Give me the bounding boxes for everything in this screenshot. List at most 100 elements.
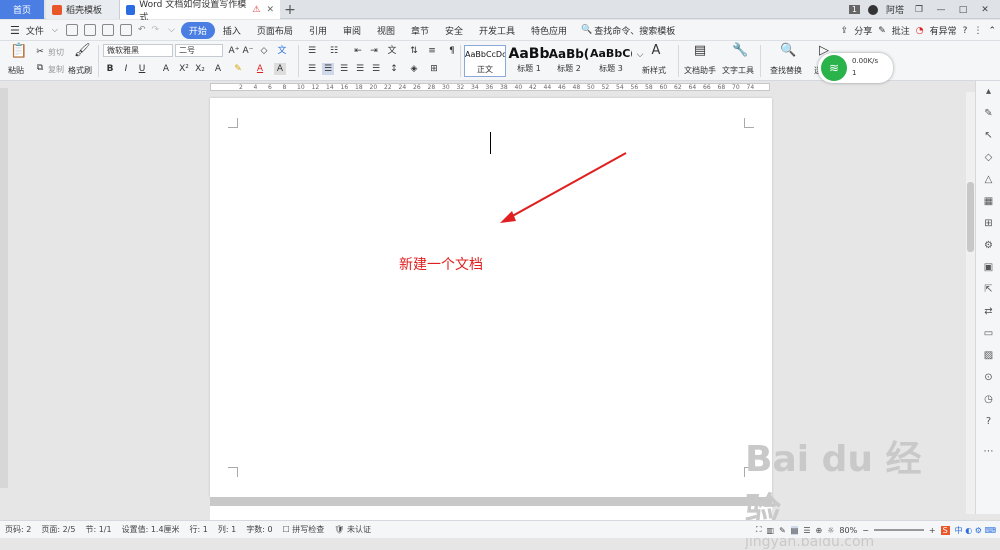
tab-home[interactable]: 首页 — [0, 0, 44, 19]
zoom-level[interactable]: 80% — [839, 526, 857, 535]
copy-button[interactable]: 复制 — [48, 64, 64, 75]
find-replace-button[interactable]: 查找替换 — [770, 65, 802, 76]
grow-font-icon[interactable]: A⁺ — [228, 45, 240, 57]
char-shading-icon[interactable]: A — [274, 63, 286, 75]
phonetic-icon[interactable]: 文 — [276, 45, 288, 57]
certification[interactable]: 🛡 未认证 — [329, 524, 376, 535]
web-view-icon[interactable]: ⊕ — [816, 526, 823, 535]
maximize-icon[interactable]: □ — [956, 5, 970, 15]
help-circle-icon[interactable]: ? — [982, 415, 995, 428]
page-count[interactable]: 页码: 2 — [0, 524, 36, 535]
doc-helper-icon[interactable]: ▤ — [692, 44, 708, 61]
menu-chapter[interactable]: 章节 — [403, 24, 437, 37]
redo-icon[interactable]: ↷ — [149, 25, 163, 35]
save-icon[interactable] — [65, 24, 78, 36]
new-style-icon[interactable]: A — [648, 44, 664, 61]
menu-dev-tools[interactable]: 开发工具 — [471, 24, 523, 37]
collapse-up-icon[interactable]: ▴ — [982, 85, 995, 98]
font-size-select[interactable]: 二号 — [175, 44, 223, 57]
border-icon[interactable]: ⊞ — [428, 63, 440, 75]
grid-icon[interactable]: ⊞ — [982, 217, 995, 230]
new-style-button[interactable]: 新样式 — [642, 65, 666, 76]
page-indicator[interactable]: 页面: 2/5 — [36, 524, 80, 535]
format-painter-button[interactable]: 格式刷 — [68, 65, 92, 76]
template-icon[interactable]: ▭ — [982, 327, 995, 340]
outline-icon[interactable]: ☰ — [803, 526, 810, 535]
zoom-out-icon[interactable]: − — [862, 526, 869, 535]
style-heading3[interactable]: AaBbC( 标题 3 — [590, 45, 632, 77]
search-icon[interactable]: 🔍 — [575, 25, 592, 35]
more-icon[interactable]: ⋯ — [982, 445, 995, 458]
find-icon[interactable]: 🔍 — [780, 44, 796, 61]
ime-icons[interactable]: 中 ◐ ⚙ ⌨ — [955, 525, 996, 536]
superscript-icon[interactable]: X² — [178, 63, 190, 75]
underline-icon[interactable]: U — [136, 63, 148, 75]
menu-security[interactable]: 安全 — [437, 24, 471, 37]
image-icon[interactable]: ▣ — [982, 261, 995, 274]
numbered-list-icon[interactable]: ☷ — [328, 45, 340, 57]
scrollbar-thumb[interactable] — [967, 182, 974, 252]
cursor-icon[interactable]: ↖ — [982, 129, 995, 142]
style-heading2[interactable]: AaBb( 标题 2 — [548, 45, 590, 77]
copy-icon[interactable]: ⧉ — [34, 62, 46, 74]
minimize-icon[interactable]: — — [934, 5, 948, 15]
help-button[interactable]: ? — [963, 26, 968, 36]
next-page[interactable] — [210, 506, 772, 521]
write-mode-icon[interactable]: ✎ — [779, 526, 786, 535]
search-command[interactable]: 查找命令、搜索模板 — [592, 24, 683, 37]
menu-icon[interactable]: ☰ — [0, 24, 26, 37]
abnormal-icon[interactable]: ◔ — [916, 26, 924, 36]
sogou-icon[interactable]: S — [940, 525, 950, 535]
menu-page-layout[interactable]: 页面布局 — [249, 24, 301, 37]
avatar[interactable] — [867, 4, 878, 15]
new-tab-button[interactable]: + — [282, 0, 298, 19]
menu-file[interactable]: 文件 — [26, 24, 52, 37]
style-icon[interactable]: △ — [982, 173, 995, 186]
paste-icon[interactable]: 📋 — [10, 44, 27, 61]
zoom-slider[interactable] — [873, 529, 924, 531]
align-center-icon[interactable]: ☰ — [322, 63, 334, 75]
text-effect-icon[interactable]: A — [212, 63, 224, 75]
history-icon[interactable]: ◷ — [982, 393, 995, 406]
chinese-layout-icon[interactable]: 文 — [386, 45, 398, 57]
close-icon[interactable]: ✕ — [978, 5, 992, 15]
menu-reference[interactable]: 引用 — [301, 24, 335, 37]
line-spacing-2-icon[interactable]: ↕ — [388, 63, 400, 75]
cut-icon[interactable]: ✂ — [34, 46, 46, 58]
comment-icon[interactable]: ✎ — [878, 26, 886, 36]
vertical-scrollbar[interactable] — [966, 92, 975, 514]
translate-icon[interactable]: ⇄ — [982, 305, 995, 318]
zoom-in-icon[interactable]: + — [929, 526, 936, 535]
abnormal-button[interactable]: 有异常 — [930, 24, 957, 37]
styles-more-icon[interactable]: ⌵ — [634, 49, 646, 61]
format-painter-icon[interactable]: 🖌 — [74, 44, 91, 61]
more-options-icon[interactable]: ⋮ — [973, 26, 982, 36]
italic-icon[interactable]: I — [120, 63, 132, 75]
text-tools-button[interactable]: 文字工具 — [722, 65, 754, 76]
menu-start[interactable]: 开始 — [180, 21, 215, 39]
share-icon[interactable]: ⇪ — [841, 26, 849, 36]
line-spacing-icon[interactable]: ≡ — [426, 45, 438, 57]
shapes-icon[interactable]: ◇ — [982, 151, 995, 164]
distributed-icon[interactable]: ☰ — [370, 63, 382, 75]
network-widget[interactable]: ≋ 0.00K/s 1 — [818, 53, 893, 83]
align-left-icon[interactable]: ☰ — [306, 63, 318, 75]
picture-icon[interactable]: ▨ — [982, 349, 995, 362]
style-normal[interactable]: AaBbCcDd 正文 — [464, 45, 506, 77]
justify-icon[interactable]: ☰ — [354, 63, 366, 75]
share-button[interactable]: 分享 — [854, 24, 872, 37]
font-color-icon[interactable]: A — [254, 63, 266, 75]
clear-format-icon[interactable]: ◇ — [258, 45, 270, 57]
highlight-icon[interactable]: ✎ — [232, 63, 244, 75]
more-icon[interactable]: ⌵ — [162, 25, 181, 35]
restore-icon[interactable]: ❐ — [912, 5, 926, 15]
strikethrough-icon[interactable]: A — [160, 63, 172, 75]
comment-button[interactable]: 批注 — [892, 24, 910, 37]
word-count[interactable]: 字数: 0 — [241, 524, 277, 535]
decrease-indent-icon[interactable]: ⇤ — [352, 45, 364, 57]
tab-template[interactable]: 稻壳模板 — [46, 0, 120, 19]
menu-view[interactable]: 视图 — [369, 24, 403, 37]
document-page[interactable] — [210, 98, 772, 497]
share-doc-icon[interactable]: ⇱ — [982, 283, 995, 296]
bold-icon[interactable]: B — [104, 63, 116, 75]
